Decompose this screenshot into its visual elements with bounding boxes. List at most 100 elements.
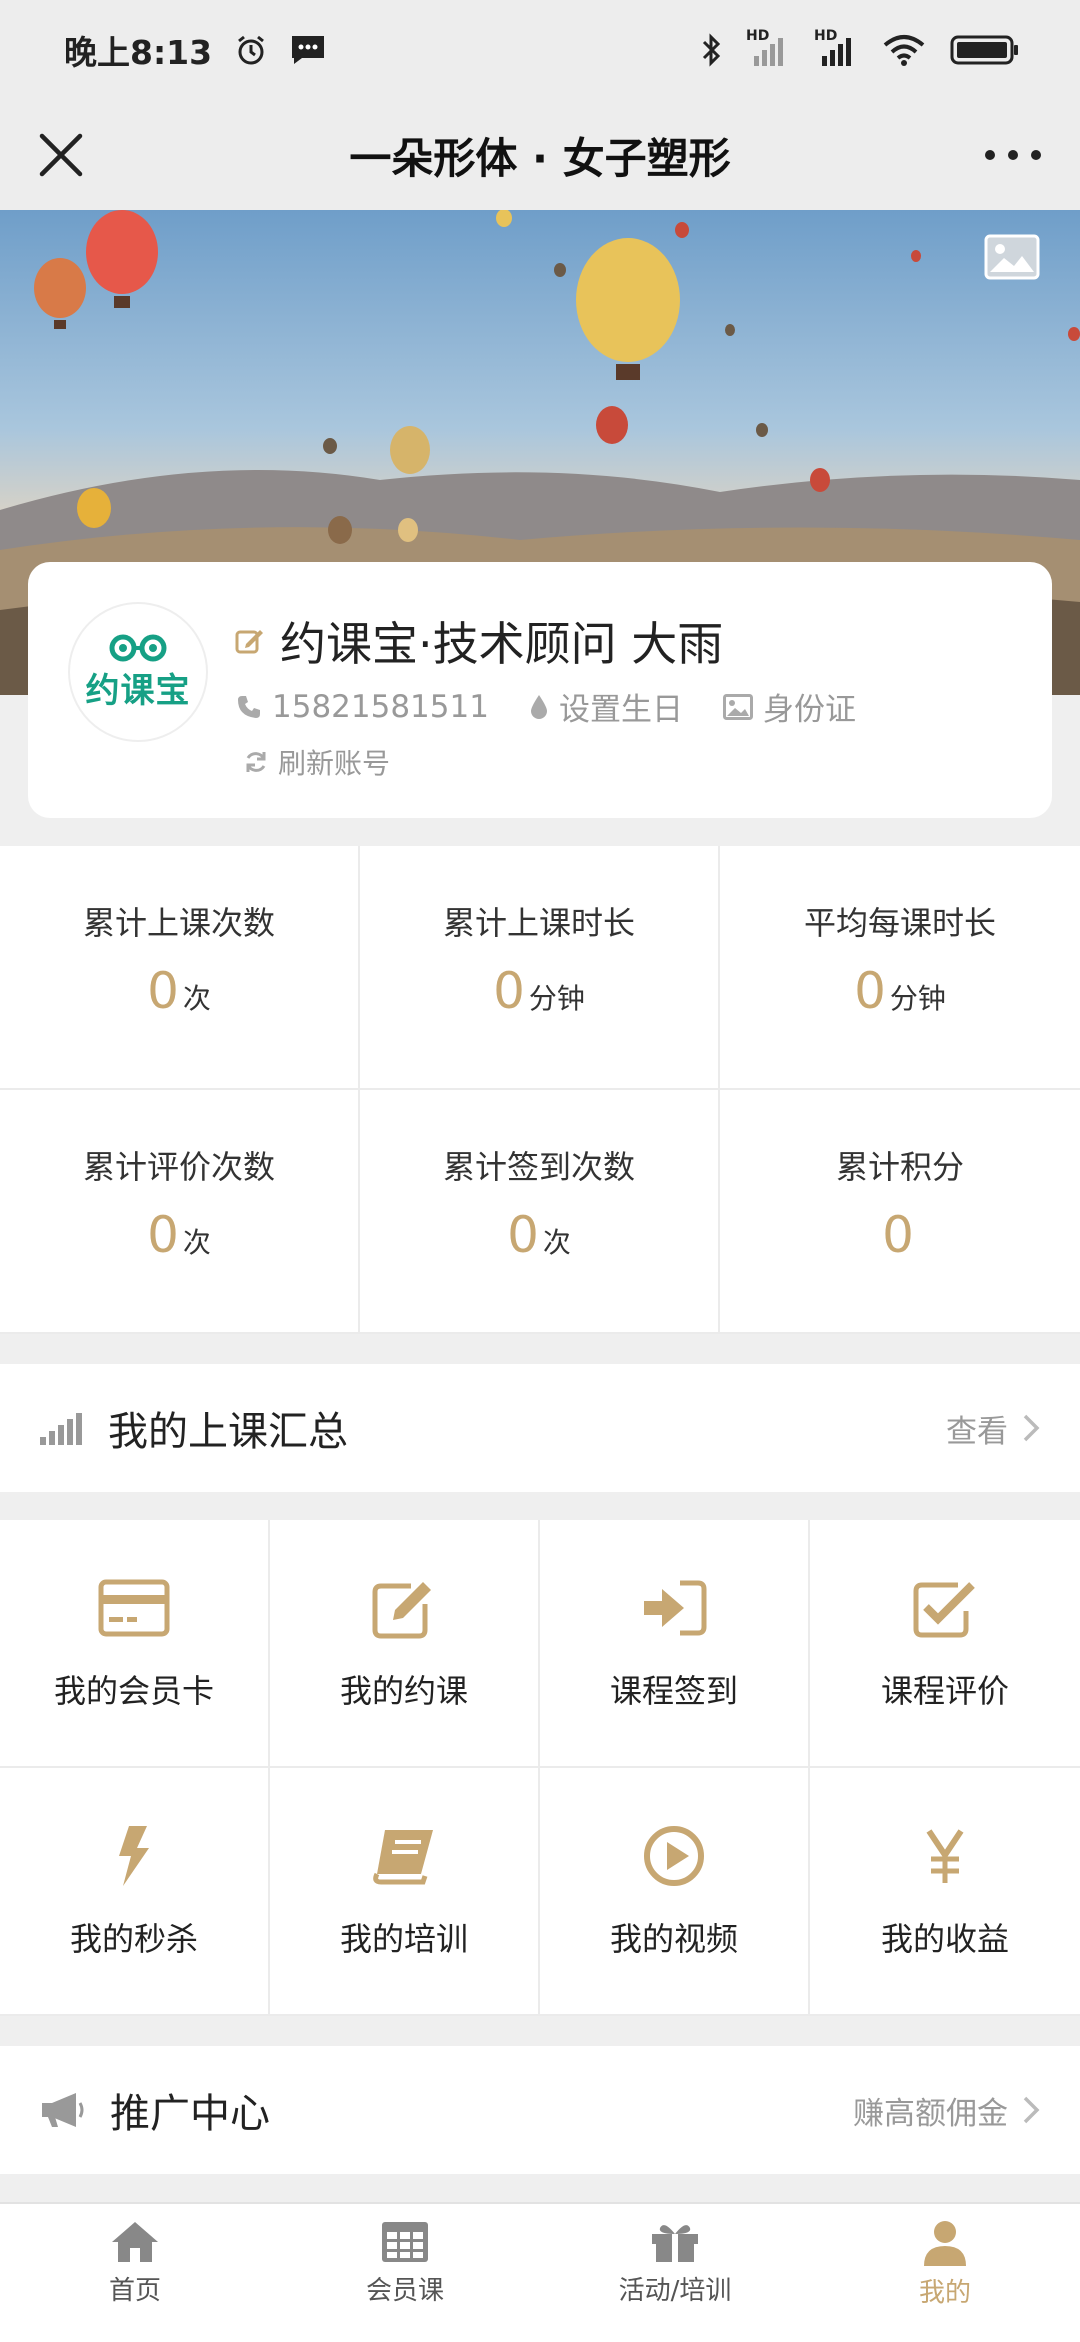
menu-label: 我的会员卡: [53, 1672, 214, 1710]
card-icon: [98, 1576, 170, 1640]
edit-icon: [368, 1576, 440, 1640]
menu-my-videos[interactable]: 我的视频: [540, 1768, 810, 2016]
home-icon: [112, 2222, 158, 2262]
refresh-account[interactable]: 刷新账号: [244, 742, 390, 782]
feature-grid: 我的会员卡 我的约课 课程签到 课程评价 我的秒杀 我的培训 我的视频 我的收益: [0, 1520, 1080, 2016]
tab-label: 会员课: [365, 2276, 444, 2306]
stat-average-duration: 平均每课时长 0 分钟: [720, 846, 1080, 1090]
signal-1-icon: HD: [746, 28, 790, 68]
promo-link[interactable]: 赚高额佣金: [853, 2088, 1040, 2133]
phone-icon: [238, 695, 260, 718]
megaphone-icon: [42, 2093, 84, 2127]
battery-icon: [950, 35, 1018, 65]
stat-unit: 分钟: [528, 982, 585, 1015]
menu-flash-sale[interactable]: 我的秒杀: [0, 1768, 270, 2016]
summary-view-link[interactable]: 查看: [946, 1406, 1040, 1451]
menu-my-earnings[interactable]: 我的收益: [810, 1768, 1080, 2016]
nav-bar: 一朵形体 · 女子塑形: [0, 100, 1080, 210]
stat-total-classes: 累计上课次数 0次: [0, 846, 360, 1090]
drop-icon: [530, 694, 547, 719]
image-icon[interactable]: [984, 234, 1040, 280]
menu-my-training[interactable]: 我的培训: [270, 1768, 540, 2016]
stat-total-points: 累计积分 0: [720, 1090, 1080, 1334]
profile-name: 约课宝·技术顾问 大雨: [280, 617, 724, 671]
promotion-center-row[interactable]: 推广中心 赚高额佣金: [0, 2046, 1080, 2174]
class-summary-row[interactable]: 我的上课汇总 查看: [0, 1364, 1080, 1492]
status-left: 晚上8:13: [64, 26, 326, 74]
stat-total-duration: 累计上课时长 0 分钟: [360, 846, 720, 1090]
phone-number: 15821581511: [272, 688, 489, 725]
stat-value: 0: [507, 1206, 539, 1264]
menu-label: 课程签到: [609, 1672, 738, 1710]
status-bar: 晚上8:13 HD HD: [0, 0, 1080, 100]
summary-view-label: 查看: [946, 1413, 1008, 1450]
id-card-item[interactable]: 身份证: [722, 684, 856, 729]
more-icon[interactable]: [978, 126, 1048, 184]
close-icon[interactable]: [32, 126, 90, 184]
tab-member-class[interactable]: 会员课: [270, 2204, 540, 2342]
message-icon: [292, 36, 325, 64]
hd-label-1: HD: [746, 28, 770, 44]
hd-label-2: HD: [814, 28, 838, 44]
profile-name-row[interactable]: 约课宝·技术顾问 大雨: [234, 608, 723, 674]
menu-my-booking[interactable]: 我的约课: [270, 1520, 540, 1768]
status-time: 晚上8:13: [64, 33, 213, 72]
menu-label: 我的约课: [339, 1672, 468, 1710]
avatar-logo-text: 约课宝: [85, 670, 191, 711]
stat-label: 累计上课时长: [442, 904, 635, 942]
status-right: HD HD: [700, 28, 1020, 68]
menu-label: 我的视频: [609, 1920, 738, 1958]
stat-unit: 分钟: [889, 982, 946, 1015]
stat-unit: 次: [542, 1226, 571, 1259]
promo-title: 推广中心: [110, 2091, 270, 2137]
picture-icon: [722, 693, 753, 720]
refresh-icon: [246, 752, 266, 772]
stat-value: 0: [882, 1206, 914, 1264]
stat-label: 平均每课时长: [803, 904, 996, 942]
calendar-icon: [382, 2222, 428, 2262]
tab-label: 活动/培训: [618, 2276, 732, 2306]
menu-label: 我的培训: [339, 1920, 468, 1958]
signal-bars-icon: [40, 1413, 82, 1445]
stat-unit: 次: [182, 1226, 211, 1259]
birthday-label: 设置生日: [558, 692, 683, 728]
stat-total-reviews: 累计评价次数 0次: [0, 1090, 360, 1334]
menu-member-card[interactable]: 我的会员卡: [0, 1520, 270, 1768]
menu-class-review[interactable]: 课程评价: [810, 1520, 1080, 1768]
wifi-icon: [883, 35, 925, 66]
tab-label: 我的: [918, 2278, 971, 2308]
phone-item: 15821581511: [236, 689, 489, 725]
yen-icon: [909, 1824, 981, 1888]
stat-label: 累计积分: [835, 1148, 964, 1186]
page-title: 一朵形体 · 女子塑形: [349, 133, 731, 183]
menu-label: 我的收益: [880, 1920, 1009, 1958]
play-icon: [638, 1824, 710, 1888]
user-icon: [924, 2221, 966, 2266]
chevron-right-icon: [1023, 2096, 1040, 2124]
menu-label: 我的秒杀: [69, 1920, 198, 1958]
stat-value: 0: [493, 962, 525, 1020]
avatar: 约课宝: [68, 602, 208, 742]
tab-activities[interactable]: 活动/培训: [540, 2204, 810, 2342]
menu-class-signin[interactable]: 课程签到: [540, 1520, 810, 1768]
birthday-item[interactable]: 设置生日: [529, 684, 683, 729]
edit-icon[interactable]: [234, 625, 266, 657]
profile-info: 15821581511 设置生日 身份证: [236, 684, 856, 729]
profile-card: 约课宝 约课宝·技术顾问 大雨 15821581511 设置生日 身份证 刷新账…: [28, 562, 1052, 818]
summary-title: 我的上课汇总: [108, 1409, 348, 1455]
stat-label: 累计评价次数: [82, 1148, 275, 1186]
check-square-icon: [909, 1576, 981, 1640]
stat-value: 0: [147, 1206, 179, 1264]
stat-label: 累计签到次数: [442, 1148, 635, 1186]
stat-total-checkins: 累计签到次数 0次: [360, 1090, 720, 1334]
bolt-icon: [98, 1824, 170, 1888]
tab-home[interactable]: 首页: [0, 2204, 270, 2342]
stat-label: 累计上课次数: [82, 904, 275, 942]
tab-mine[interactable]: 我的: [810, 2204, 1080, 2342]
stat-value: 0: [147, 962, 179, 1020]
stat-unit: 次: [182, 982, 211, 1015]
promo-link-label: 赚高额佣金: [853, 2095, 1008, 2132]
chevron-right-icon: [1023, 1414, 1040, 1442]
owl-eyes-icon: [109, 634, 167, 661]
stat-value: 0: [854, 962, 886, 1020]
